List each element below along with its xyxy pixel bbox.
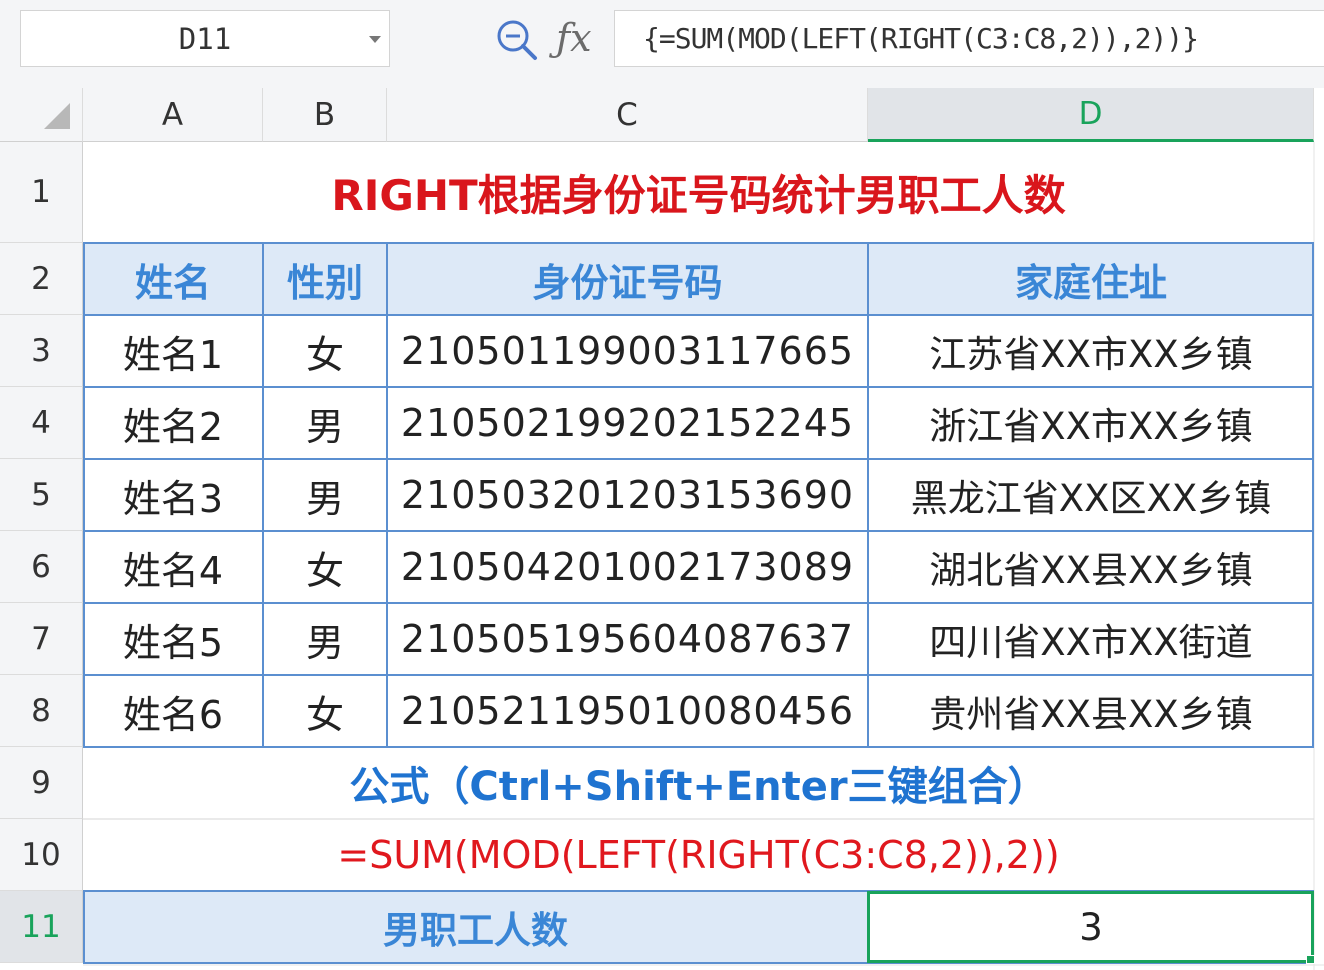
cell-a6[interactable]: 姓名4 [83,531,263,603]
cell-a3[interactable]: 姓名1 [83,315,263,387]
cell-b6[interactable]: 女 [263,531,387,603]
cell-d3[interactable]: 江苏省XX市XX乡镇 [868,315,1314,387]
cell-a5[interactable]: 姓名3 [83,459,263,531]
header-id[interactable]: 身份证号码 [387,243,868,315]
cell-c4[interactable]: 210502199202152245 [387,387,868,459]
cell-b7[interactable]: 男 [263,603,387,675]
cell-b5[interactable]: 男 [263,459,387,531]
cell-c6[interactable]: 210504201002173089 [387,531,868,603]
sheet-title[interactable]: RIGHT根据身份证号码统计男职工人数 [83,142,1314,243]
cell-d7[interactable]: 四川省XX市XX街道 [868,603,1314,675]
cell-b4[interactable]: 男 [263,387,387,459]
cell-b8[interactable]: 女 [263,675,387,747]
cell-c5[interactable]: 210503201203153690 [387,459,868,531]
cell-c7[interactable]: 210505195604087637 [387,603,868,675]
cell-d5[interactable]: 黑龙江省XX区XX乡镇 [868,459,1314,531]
cell-d8[interactable]: 贵州省XX县XX乡镇 [868,675,1314,747]
cell-a4[interactable]: 姓名2 [83,387,263,459]
cell-a7[interactable]: 姓名5 [83,603,263,675]
cell-c8[interactable]: 210521195010080456 [387,675,868,747]
male-count-label[interactable]: 男职工人数 [83,891,868,963]
header-address[interactable]: 家庭住址 [868,243,1314,315]
header-gender[interactable]: 性别 [263,243,387,315]
cell-b3[interactable]: 女 [263,315,387,387]
formula-note[interactable]: 公式（Ctrl+Shift+Enter三键组合） [83,747,1314,819]
cell-d6[interactable]: 湖北省XX县XX乡镇 [868,531,1314,603]
cell-c3[interactable]: 210501199003117665 [387,315,868,387]
cell-d4[interactable]: 浙江省XX市XX乡镇 [868,387,1314,459]
header-name[interactable]: 姓名 [83,243,263,315]
fill-handle[interactable] [1306,955,1315,964]
active-cell-selection[interactable] [867,891,1314,963]
formula-text[interactable]: =SUM(MOD(LEFT(RIGHT(C3:C8,2)),2)) [83,819,1314,891]
cell-a8[interactable]: 姓名6 [83,675,263,747]
